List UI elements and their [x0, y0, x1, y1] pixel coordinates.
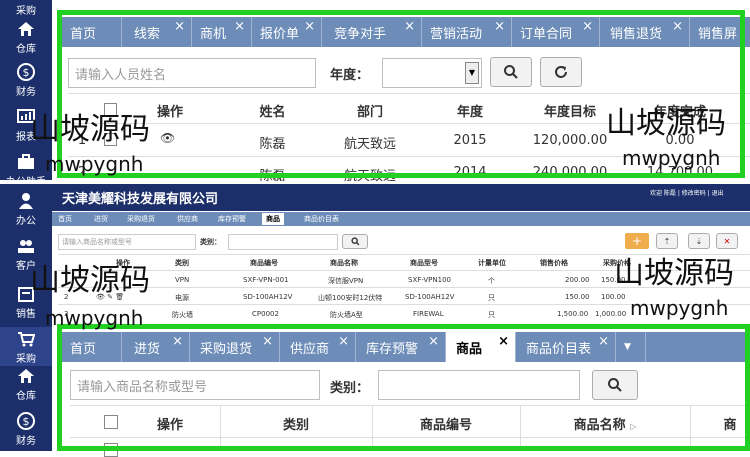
nav-label: 仓库 [16, 391, 36, 402]
nav-item-purchase[interactable]: 采购 [0, 0, 52, 17]
home-icon [18, 22, 34, 36]
users-icon [18, 240, 34, 253]
dollar-icon: $ [17, 412, 35, 430]
cell-sale-price: 150.00 [565, 293, 590, 301]
column-header-unit: 计量单位 [478, 259, 506, 267]
highlight-frame-bottom [57, 324, 750, 451]
nav-item-office[interactable]: 办公 [0, 192, 52, 227]
goods-search-input[interactable]: 请输入商品名称或型号 [58, 234, 196, 250]
mid-tab-bar: 首页 进货 采购退货 供应商 库存预警 商品 商品价目表 [52, 212, 750, 226]
tab-purchase-return[interactable]: 采购退货 [127, 214, 155, 224]
home-icon [18, 369, 34, 383]
cell-sale-price: 200.00 [565, 276, 590, 284]
tab-price-list[interactable]: 商品价目表 [304, 214, 339, 224]
tab-stock-alert[interactable]: 库存预警 [218, 214, 246, 224]
nav-label: 采购 [16, 354, 36, 365]
column-header-code: 商品编号 [250, 259, 278, 267]
tab-goods[interactable]: 商品 [262, 213, 284, 225]
user-icon [19, 193, 33, 209]
watermark-en: mwpygnh [630, 296, 729, 320]
nav-item-warehouse[interactable]: 仓库 [0, 367, 52, 402]
nav-item-finance[interactable]: $ 财务 [0, 412, 52, 447]
cell-unit: 只 [488, 294, 495, 302]
search-icon [350, 237, 359, 246]
cell-buy-price: 1,000.00 [595, 310, 627, 318]
cell-category: 防火墙 [172, 311, 193, 319]
briefcase-icon [18, 154, 34, 169]
dollar-icon: $ [17, 63, 35, 81]
tab-purchase[interactable]: 进货 [94, 214, 108, 224]
nav-label: 采购 [16, 6, 36, 17]
cell-category: 电源 [175, 294, 189, 302]
watermark-cn: 山坡源码 [614, 256, 734, 291]
nav-label: 办公 [16, 216, 36, 227]
search-placeholder: 请输入商品名称或型号 [62, 238, 132, 246]
tab-home[interactable]: 首页 [58, 214, 72, 224]
cell-code: CP0002 [252, 310, 279, 318]
cell-code: SD-100AH12V [243, 293, 293, 301]
column-header-name: 商品名称 [330, 259, 358, 267]
cell-unit: 个 [488, 277, 495, 285]
cart-icon [18, 332, 35, 347]
cell-unit: 只 [488, 311, 495, 319]
search-button[interactable] [342, 234, 368, 249]
nav-item-purchase[interactable]: 采购 [0, 327, 52, 366]
svg-text:$: $ [23, 66, 30, 79]
user-links[interactable]: 欢迎 陈磊 | 修改密码 | 退出 [650, 188, 724, 197]
watermark-cn: 山坡源码 [30, 112, 150, 147]
column-header-sale-price: 销售价格 [540, 259, 568, 267]
cell-name: 防火墙A型 [330, 311, 363, 319]
category-label: 类别： [200, 238, 221, 246]
nav-label: 仓库 [16, 44, 36, 55]
add-button[interactable]: + [625, 233, 649, 249]
cell-sale-price: 1,500.00 [557, 310, 589, 318]
watermark-cn: 山坡源码 [606, 106, 726, 141]
cell-model: FIREWAL [413, 310, 444, 318]
nav-label: 财务 [16, 87, 36, 98]
column-header-category: 类别 [175, 259, 189, 267]
cell-code: SXF-VPN-001 [243, 276, 289, 284]
cell-name: 深信服VPN [328, 277, 364, 285]
cell-buy-price: 100.00 [601, 293, 626, 301]
nav-item-warehouse[interactable]: 仓库 [0, 20, 52, 55]
watermark-cn: 山坡源码 [30, 263, 150, 298]
import-button[interactable]: ⇡ [656, 233, 678, 249]
watermark-en: mwpygnh [45, 152, 144, 176]
cell-model: SXF-VPN100 [408, 276, 451, 284]
cell-name: 山顿100安时12伏特 [318, 294, 383, 302]
column-header-model: 商品型号 [410, 259, 438, 267]
svg-text:$: $ [23, 415, 30, 428]
tab-supplier[interactable]: 供应商 [177, 214, 198, 224]
category-input[interactable] [228, 234, 338, 250]
cell-category: VPN [175, 276, 190, 284]
watermark-en: mwpygnh [45, 306, 144, 330]
nav-item-finance[interactable]: $ 财务 [0, 63, 52, 98]
company-name: 天津美耀科技发展有限公司 [62, 192, 219, 207]
watermark-en: mwpygnh [622, 146, 721, 170]
nav-label: 财务 [16, 436, 36, 447]
cell-model: SD-100AH12V [405, 293, 455, 301]
delete-button[interactable]: ✕ [716, 233, 738, 249]
export-button[interactable]: ⇣ [688, 233, 710, 249]
